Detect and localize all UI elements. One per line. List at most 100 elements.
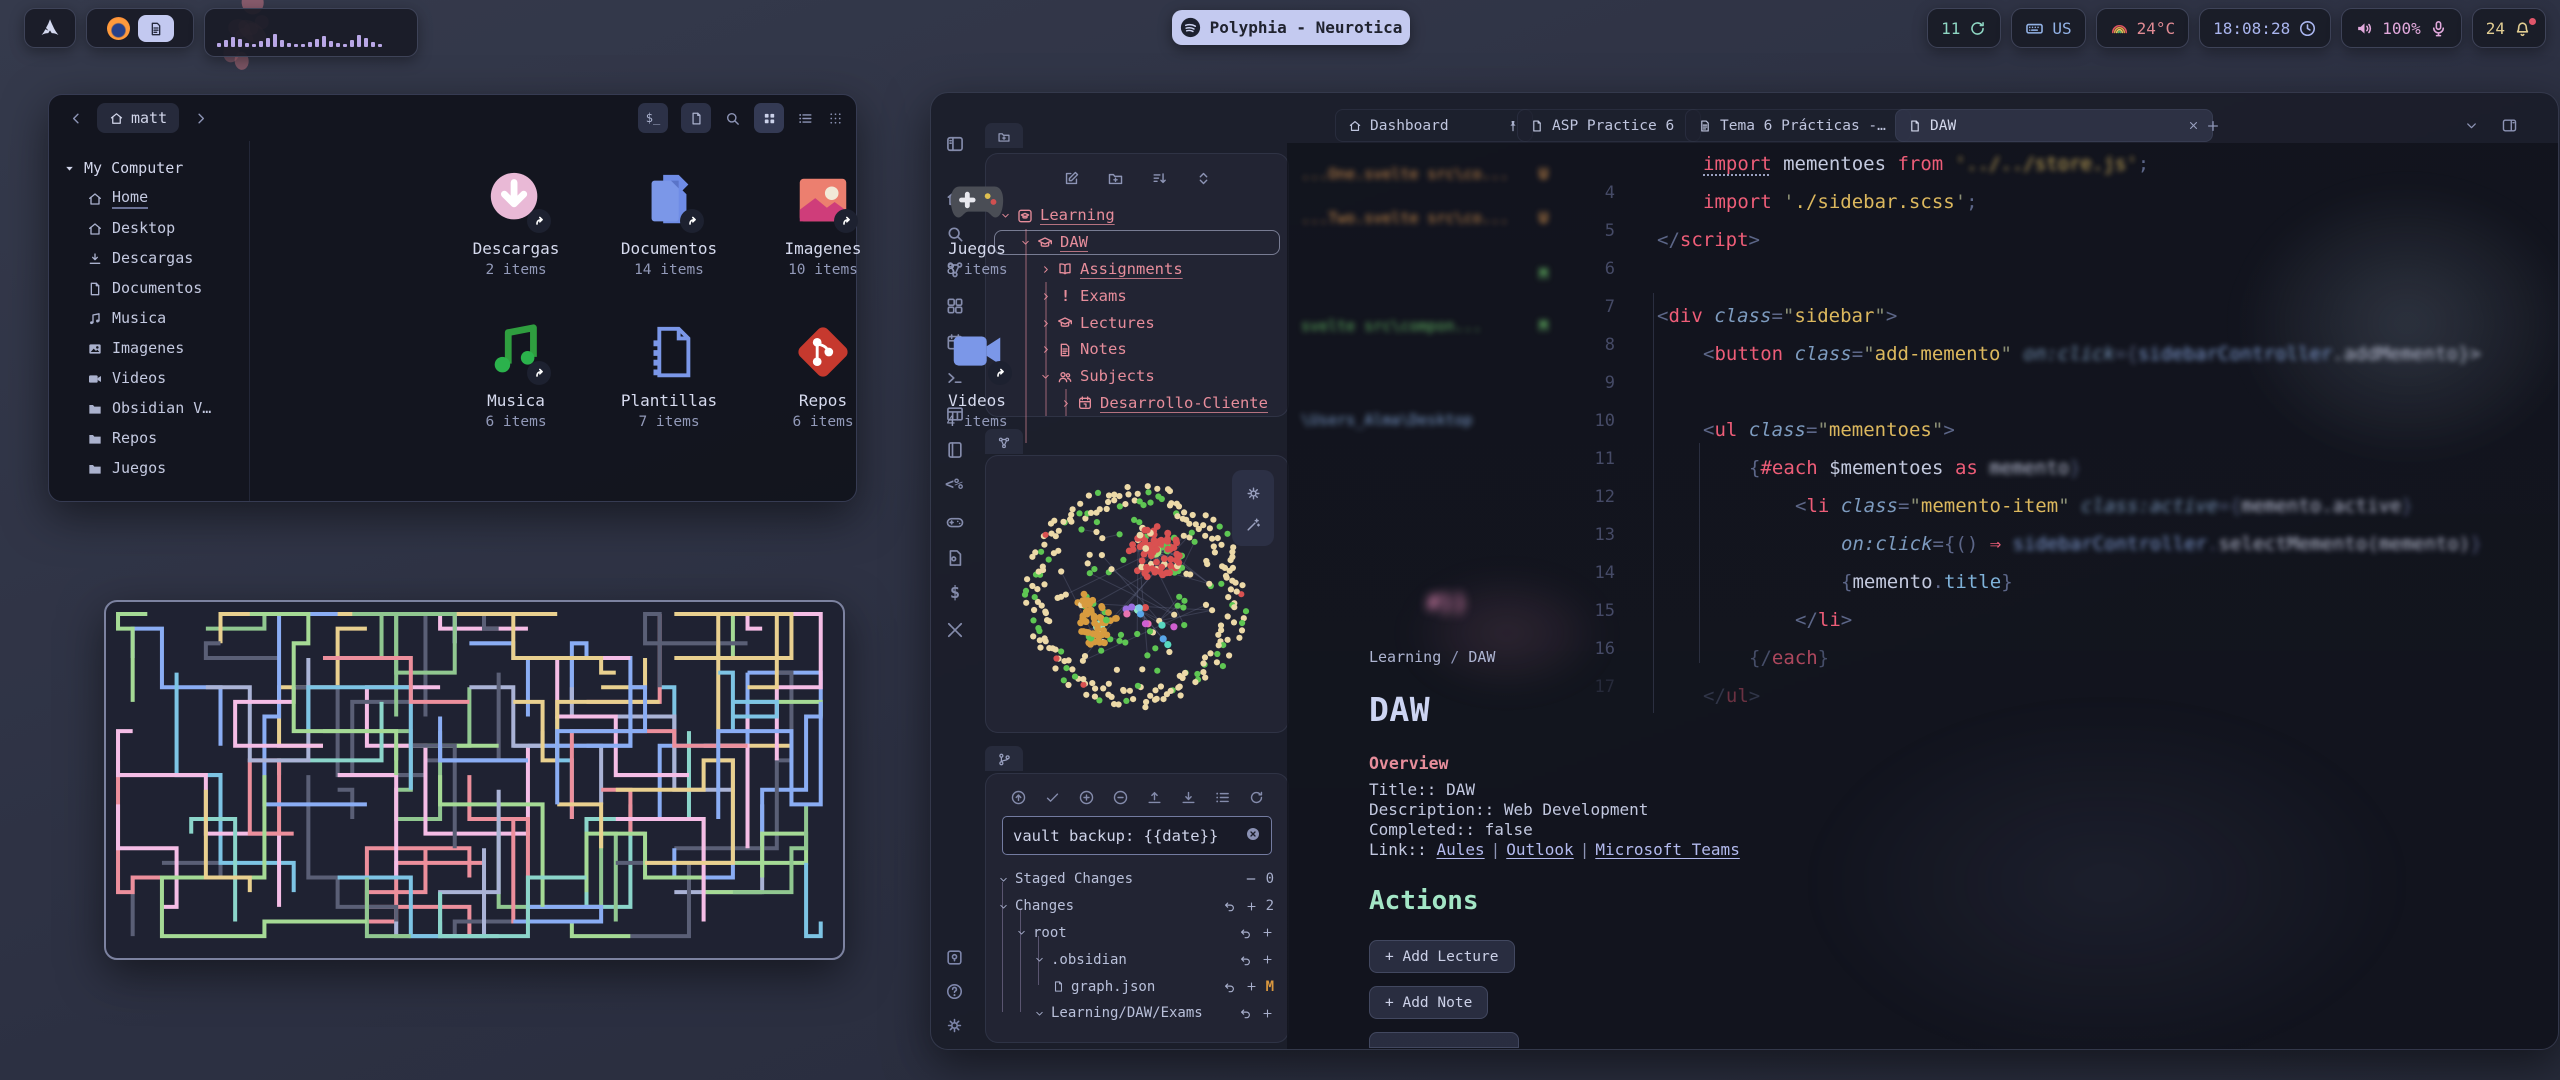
- tab-asp-practice-6[interactable]: ASP Practice 6: [1517, 109, 1701, 142]
- graph-wand-button[interactable]: [1245, 514, 1262, 533]
- folder-videos[interactable]: Videos4 items: [902, 321, 1052, 430]
- sidebar-group-my-computer[interactable]: My Computer: [49, 153, 249, 183]
- list-view-button[interactable]: [797, 110, 814, 127]
- tab-daw[interactable]: DAW: [1895, 109, 2213, 142]
- action-button-partial[interactable]: [1369, 1032, 1519, 1048]
- tab-dashboard[interactable]: Dashboard: [1335, 109, 1533, 142]
- commit-message-input[interactable]: vault backup: {{date}}: [1002, 816, 1272, 855]
- discard-icon: [1239, 1006, 1253, 1020]
- sidebar-item-imagenes[interactable]: Imagenes: [49, 333, 249, 363]
- gear-icon[interactable]: [945, 1015, 964, 1034]
- forward-button[interactable]: [185, 103, 215, 133]
- clock-value: 18:08:28: [2213, 19, 2290, 38]
- workspace-firefox-icon[interactable]: [107, 17, 130, 40]
- ribbon-file-badge-icon[interactable]: [945, 547, 965, 567]
- folder-documentos[interactable]: Documentos14 items: [594, 169, 744, 278]
- breadcrumb-parent[interactable]: Learning: [1369, 648, 1441, 666]
- folder-repos[interactable]: Repos6 items: [748, 321, 898, 430]
- git-plus-c-button[interactable]: [1078, 787, 1095, 806]
- link-aules[interactable]: Aules: [1436, 840, 1484, 859]
- status-volume[interactable]: 100%: [2341, 8, 2462, 48]
- add-note-button[interactable]: + Add Note: [1369, 986, 1488, 1019]
- status-weather[interactable]: 24°C: [2096, 8, 2190, 48]
- sidebar-item-label: Musica: [112, 309, 166, 327]
- git-row-learning-daw-exams[interactable]: Learning/DAW/Exams: [986, 1000, 1288, 1027]
- tree-edit-sq-button[interactable]: [1063, 168, 1080, 187]
- graph-gear-button[interactable]: [1245, 483, 1262, 502]
- visualizer-bar: [301, 44, 305, 47]
- git-arrow-up-c-button[interactable]: [1010, 787, 1027, 806]
- git-list-ul-button[interactable]: [1214, 787, 1231, 806]
- git-minus-c-button[interactable]: [1112, 787, 1129, 806]
- modified-badge: M: [1266, 979, 1274, 995]
- link-microsoft-teams[interactable]: Microsoft Teams: [1595, 840, 1740, 859]
- breadcrumb[interactable]: matt: [97, 103, 179, 133]
- dots-icon: [827, 110, 844, 127]
- git-refresh-button[interactable]: [1248, 787, 1265, 806]
- new-tab-button[interactable]: [2205, 115, 2221, 134]
- git-panel-tab[interactable]: [985, 746, 1023, 771]
- git-row-label: .obsidian: [1051, 952, 1127, 968]
- graph-panel-tab[interactable]: [985, 429, 1023, 454]
- sidebar-item-juegos[interactable]: Juegos: [49, 453, 249, 483]
- tree-sort-button[interactable]: [1151, 168, 1168, 187]
- folder-juegos[interactable]: Juegos8 items: [902, 169, 1052, 278]
- tree-collapse-button[interactable]: [1195, 168, 1212, 187]
- ribbon-dollar-icon[interactable]: $: [945, 583, 965, 603]
- sidebar-item-home[interactable]: Home: [49, 183, 249, 213]
- toggle-right-sidebar[interactable]: [2501, 115, 2518, 134]
- tree-item-exams[interactable]: !Exams: [986, 282, 1288, 309]
- git-download-button[interactable]: [1180, 787, 1197, 806]
- git-row-root[interactable]: root: [986, 920, 1288, 947]
- line-number: 9: [1605, 373, 1615, 393]
- tab-tema-6-pr-cticas-[interactable]: Tema 6 Prácticas -…: [1685, 109, 1911, 142]
- new-file-button[interactable]: [681, 103, 711, 133]
- folder-musica[interactable]: Musica6 items: [441, 321, 591, 430]
- sidebar-item-desktop[interactable]: Desktop: [49, 213, 249, 243]
- layout-icon: [945, 296, 965, 316]
- git-check-button[interactable]: [1044, 787, 1061, 806]
- sidebar-item-documentos[interactable]: Documentos: [49, 273, 249, 303]
- files-panel-tab[interactable]: [985, 123, 1023, 148]
- tab-list-dropdown[interactable]: [2464, 115, 2479, 134]
- search-button[interactable]: [724, 110, 741, 127]
- folder-plantillas[interactable]: Plantillas7 items: [594, 321, 744, 430]
- arrow-up-c-icon: [1010, 789, 1027, 806]
- status-keyboard-layout[interactable]: US: [2011, 8, 2085, 48]
- vault-icon[interactable]: [945, 947, 964, 966]
- git-upload-button[interactable]: [1146, 787, 1163, 806]
- clear-input-icon[interactable]: [1245, 826, 1261, 846]
- ribbon-panel-left-icon[interactable]: [945, 133, 965, 153]
- add-lecture-button[interactable]: + Add Lecture: [1369, 940, 1515, 973]
- ribbon-layout-icon[interactable]: [945, 295, 965, 315]
- ribbon-controller-icon[interactable]: [945, 511, 965, 531]
- help-icon[interactable]: [945, 981, 964, 1000]
- grid-view-button[interactable]: [754, 103, 784, 133]
- sidebar-item-musica[interactable]: Musica: [49, 303, 249, 333]
- git-row--obsidian[interactable]: .obsidian: [986, 946, 1288, 973]
- git-row-staged-changes[interactable]: Staged Changes0: [986, 866, 1288, 893]
- open-terminal-button[interactable]: $_: [638, 103, 668, 133]
- compact-view-button[interactable]: [827, 110, 844, 127]
- ribbon-swords-icon[interactable]: [945, 619, 965, 639]
- now-playing-widget[interactable]: Polyphia - Neurotica: [1172, 10, 1410, 45]
- back-button[interactable]: [61, 103, 91, 133]
- tree-folder-plus-button[interactable]: [1107, 168, 1124, 187]
- sidebar-item-videos[interactable]: Videos: [49, 363, 249, 393]
- workspace-active-notes[interactable]: [138, 15, 174, 42]
- launcher-button[interactable]: [24, 8, 76, 48]
- git-row-changes[interactable]: Changes2: [986, 893, 1288, 920]
- sidebar-item-descargas[interactable]: Descargas: [49, 243, 249, 273]
- link-outlook[interactable]: Outlook: [1506, 840, 1573, 859]
- ribbon-book-icon[interactable]: [945, 439, 965, 459]
- status-notifications[interactable]: 24: [2472, 8, 2546, 48]
- dl-circle-icon: [485, 169, 547, 231]
- ribbon-code-chip-icon[interactable]: <%: [945, 475, 965, 495]
- sidebar-item-repos[interactable]: Repos: [49, 423, 249, 453]
- status-clock[interactable]: 18:08:28: [2199, 8, 2331, 48]
- sidebar-item-obsidianv[interactable]: Obsidian V…: [49, 393, 249, 423]
- folder-descargas[interactable]: Descargas2 items: [441, 169, 591, 278]
- git-row-graph-json[interactable]: graph.jsonM: [986, 973, 1288, 1000]
- status-updates[interactable]: 11: [1927, 8, 2001, 48]
- folder-imagenes[interactable]: Imagenes10 items: [748, 169, 898, 278]
